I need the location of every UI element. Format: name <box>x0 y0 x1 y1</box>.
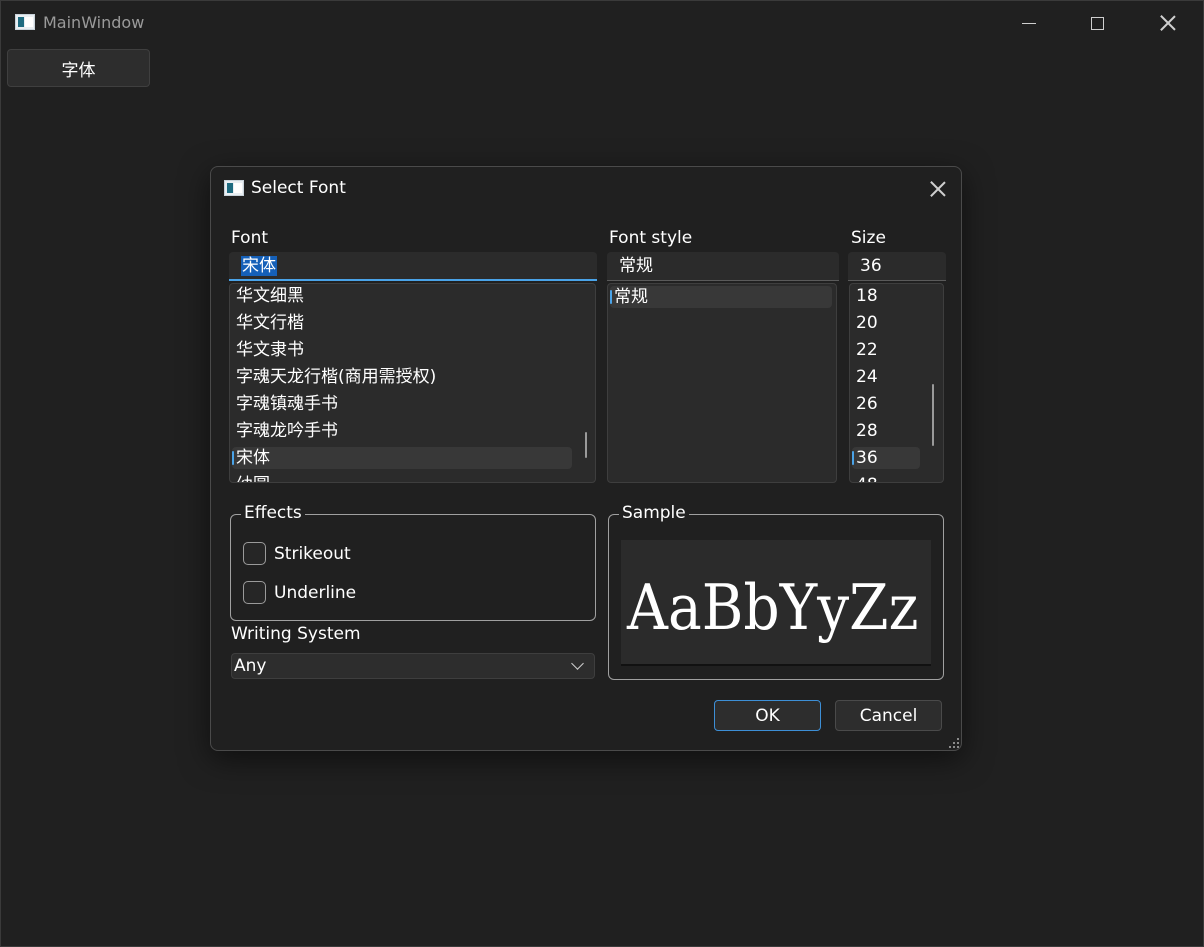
close-icon <box>1160 15 1176 31</box>
effects-title: Effects <box>241 503 305 523</box>
close-button[interactable] <box>1133 1 1203 45</box>
style-list[interactable]: 常规 <box>607 283 837 483</box>
main-titlebar[interactable]: MainWindow <box>1 1 1204 45</box>
sample-group: Sample AaBbYyZz <box>608 503 944 680</box>
chevron-down-icon <box>571 657 584 670</box>
font-list-item[interactable]: 宋体 <box>232 447 572 469</box>
size-label: Size <box>851 228 886 248</box>
font-input-value: 宋体 <box>241 256 277 276</box>
font-button[interactable]: 字体 <box>7 49 150 87</box>
window-title: MainWindow <box>43 13 145 32</box>
app-icon <box>15 14 35 30</box>
underline-checkbox-box[interactable] <box>243 581 266 604</box>
sample-title: Sample <box>619 503 689 523</box>
ok-button[interactable]: OK <box>714 700 821 731</box>
font-list-item[interactable]: 华文行楷 <box>232 312 572 334</box>
underline-checkbox[interactable]: Underline <box>243 581 356 604</box>
size-input[interactable]: 36 <box>848 252 946 281</box>
sample-text: AaBbYyZz <box>627 571 919 644</box>
size-list-item[interactable]: 20 <box>852 312 920 334</box>
font-label: Font <box>231 228 269 248</box>
font-input[interactable]: 宋体 <box>229 252 597 281</box>
size-list-item[interactable]: 48 <box>852 474 920 482</box>
size-list-item[interactable]: 28 <box>852 420 920 442</box>
font-list-item[interactable]: 幼圆 <box>232 474 572 482</box>
font-list-item[interactable]: 字魂龙吟手书 <box>232 420 572 442</box>
strikeout-checkbox[interactable]: Strikeout <box>243 542 351 565</box>
font-list-scrollbar[interactable] <box>585 432 587 458</box>
style-list-item[interactable]: 常规 <box>610 286 832 308</box>
style-input[interactable]: 常规 <box>607 252 839 281</box>
underline-label: Underline <box>274 582 357 603</box>
dialog-title: Select Font <box>251 178 346 198</box>
close-icon <box>930 181 946 197</box>
font-list-item[interactable]: 字魂天龙行楷(商用需授权) <box>232 366 572 388</box>
writing-system-combo[interactable]: Any <box>231 653 595 679</box>
size-list-item[interactable]: 18 <box>852 285 920 307</box>
select-font-dialog: Select Font Font 宋体 华文细黑华文行楷华文隶书字魂天龙行楷(商… <box>210 166 962 751</box>
size-list-item[interactable]: 22 <box>852 339 920 361</box>
size-list-item[interactable]: 24 <box>852 366 920 388</box>
resize-grip-icon[interactable] <box>949 738 959 748</box>
writing-system-label: Writing System <box>231 624 361 644</box>
font-list-item[interactable]: 华文细黑 <box>232 285 572 307</box>
dialog-close-button[interactable] <box>918 173 958 205</box>
sample-preview: AaBbYyZz <box>621 540 931 666</box>
maximize-button[interactable] <box>1062 1 1132 45</box>
minimize-icon <box>1022 22 1036 24</box>
style-label: Font style <box>609 228 693 248</box>
writing-system-value: Any <box>234 656 267 676</box>
size-list-scrollbar[interactable] <box>932 384 934 446</box>
font-list-item[interactable]: 华文隶书 <box>232 339 572 361</box>
effects-group: Effects Strikeout Underline <box>230 503 596 621</box>
cancel-button[interactable]: Cancel <box>835 700 942 731</box>
strikeout-label: Strikeout <box>274 543 351 564</box>
size-list-item[interactable]: 26 <box>852 393 920 415</box>
dialog-icon <box>224 180 244 196</box>
font-list-item[interactable]: 字魂镇魂手书 <box>232 393 572 415</box>
size-list[interactable]: 18 20 22 24 26 28 36 48 <box>849 283 944 483</box>
minimize-button[interactable] <box>994 1 1064 45</box>
maximize-icon <box>1090 16 1104 30</box>
size-list-item[interactable]: 36 <box>852 447 920 469</box>
strikeout-checkbox-box[interactable] <box>243 542 266 565</box>
font-list[interactable]: 华文细黑华文行楷华文隶书字魂天龙行楷(商用需授权) 字魂镇魂手书字魂龙吟手书宋体幼… <box>229 283 596 483</box>
